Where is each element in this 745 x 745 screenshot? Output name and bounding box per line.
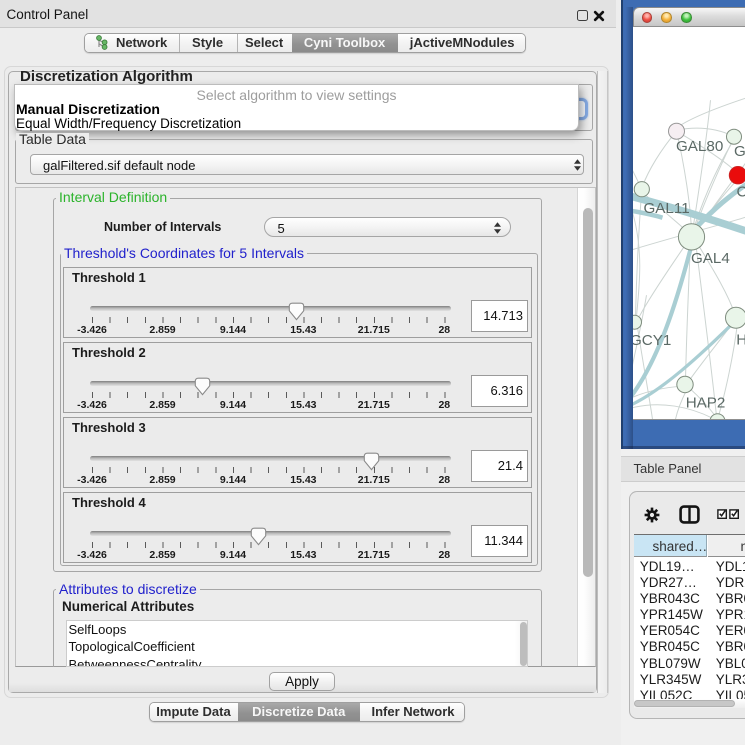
svg-text:HAP2: HAP2	[685, 394, 725, 411]
svg-text:GAL80: GAL80	[676, 138, 723, 155]
svg-text:GAL4: GAL4	[690, 250, 729, 267]
svg-text:H: H	[736, 331, 745, 348]
svg-text:C: C	[736, 183, 745, 200]
svg-text:GCY1: GCY1	[633, 332, 671, 349]
svg-text:GAL…: GAL…	[733, 143, 745, 160]
svg-text:GAL11: GAL11	[643, 200, 689, 217]
